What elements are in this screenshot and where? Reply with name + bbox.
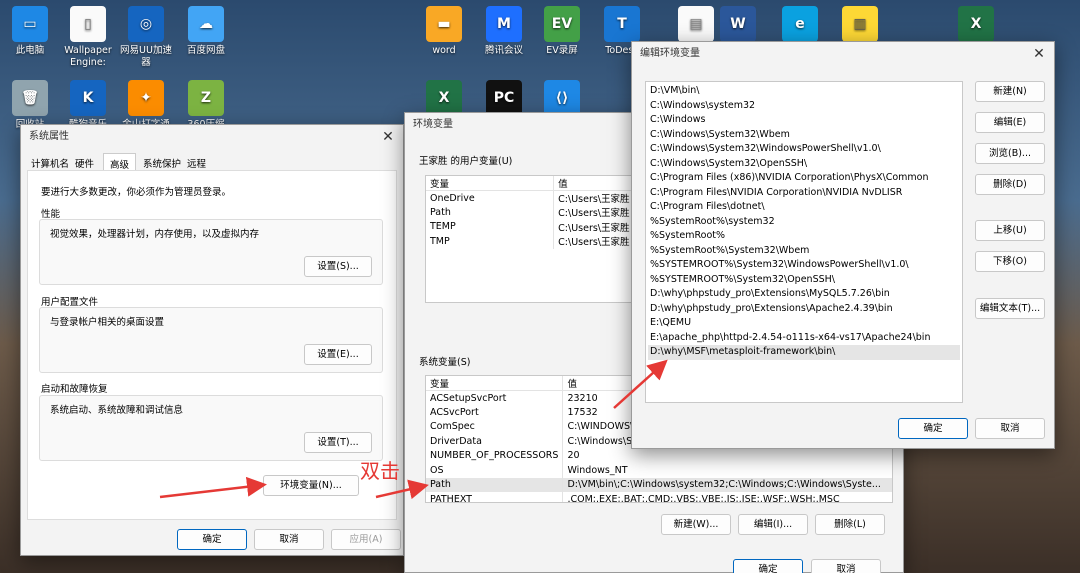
arrow-to-env-button [159, 476, 267, 499]
arrow-to-path-row [375, 479, 429, 500]
arrow-to-msf-path [613, 359, 668, 409]
annotation-arrows [159, 359, 668, 500]
double-click-annotation: 双击 [360, 459, 400, 483]
